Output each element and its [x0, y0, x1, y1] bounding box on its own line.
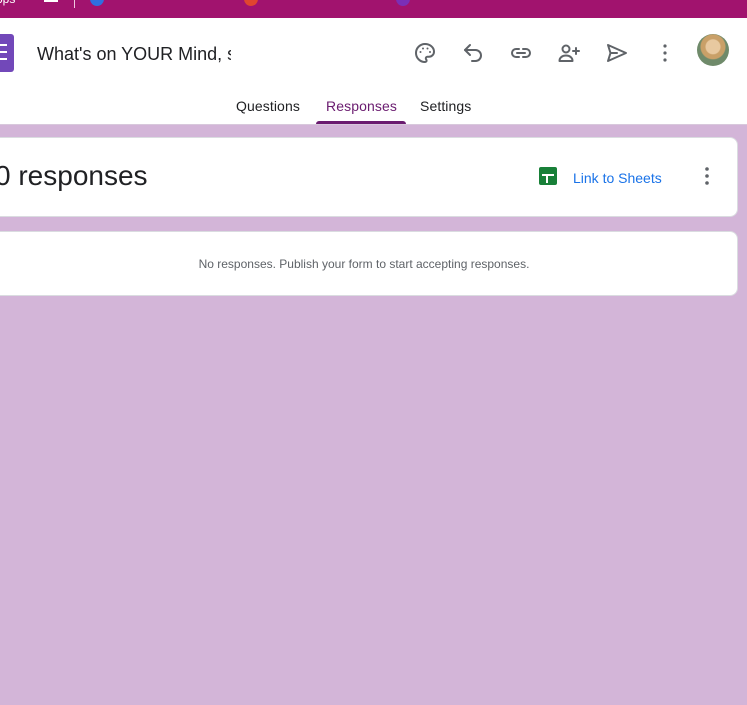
link-icon	[511, 48, 531, 58]
responses-more-button[interactable]	[693, 162, 721, 190]
empty-state-message: No responses. Publish your form to start…	[198, 257, 530, 271]
bookmark-item[interactable]	[244, 0, 258, 6]
more-vert-icon	[705, 167, 709, 185]
more-options-button[interactable]	[648, 36, 682, 70]
tab-responses[interactable]: Responses	[326, 98, 397, 114]
undo-icon	[464, 44, 482, 62]
bookmark-item[interactable]	[396, 0, 410, 6]
grid-icon[interactable]	[44, 0, 58, 2]
tab-settings[interactable]: Settings	[420, 98, 471, 114]
response-count: 0 responses	[0, 160, 148, 191]
active-tab-indicator	[316, 121, 406, 124]
palette-button[interactable]	[408, 36, 442, 70]
link-to-sheets-button[interactable]: Link to Sheets	[573, 170, 662, 186]
apps-bookmark[interactable]: pps	[0, 0, 15, 6]
send-icon	[607, 44, 627, 62]
undo-button[interactable]	[456, 36, 490, 70]
palette-icon	[415, 43, 435, 63]
tab-questions[interactable]: Questions	[236, 98, 300, 114]
forms-logo-icon[interactable]	[0, 34, 14, 72]
more-vert-icon	[663, 44, 667, 62]
send-button[interactable]	[600, 36, 634, 70]
app-header: What's on YOUR Mind, si Questions Respon…	[0, 18, 747, 125]
empty-state-card: No responses. Publish your form to start…	[0, 231, 738, 296]
person-add-icon	[558, 44, 580, 62]
bookmark-separator	[74, 0, 75, 8]
sheets-icon[interactable]	[539, 167, 557, 185]
responses-summary-card: 0 responses Link to Sheets	[0, 137, 738, 217]
form-title[interactable]: What's on YOUR Mind, si	[37, 44, 231, 65]
copy-link-button[interactable]	[504, 36, 538, 70]
bookmark-bar: pps	[0, 0, 747, 18]
account-avatar[interactable]	[697, 34, 729, 66]
tab-bar: Questions Responses Settings	[0, 96, 747, 125]
add-collaborators-button[interactable]	[552, 36, 586, 70]
bookmark-item[interactable]	[90, 0, 104, 6]
